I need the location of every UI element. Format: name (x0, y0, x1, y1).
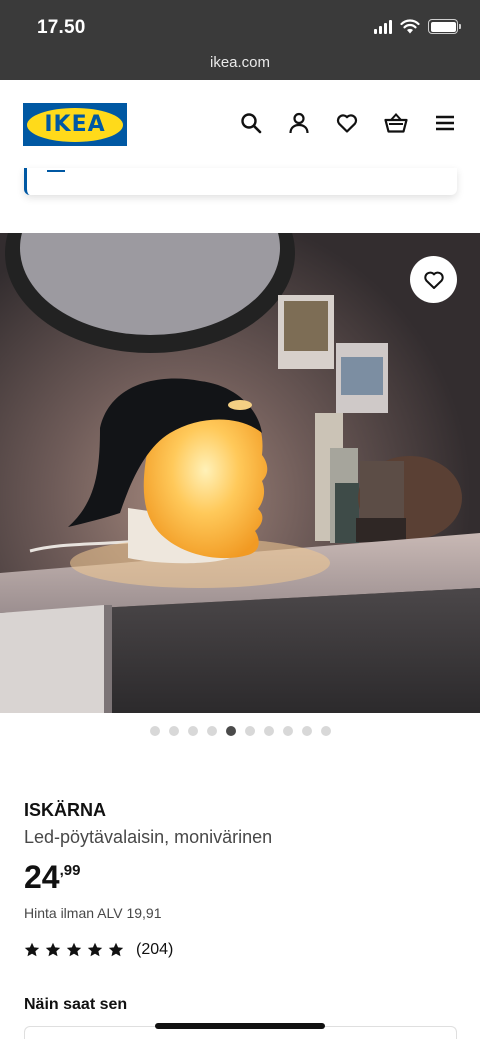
product-image[interactable] (0, 233, 480, 713)
product-name[interactable]: ISKÄRNA (24, 800, 106, 821)
add-to-favourites-button[interactable] (410, 256, 457, 303)
pagination-dot[interactable] (301, 726, 312, 736)
heart-icon[interactable] (336, 112, 358, 134)
cellular-signal-icon (374, 19, 392, 34)
wifi-icon (400, 19, 420, 34)
home-indicator[interactable] (155, 1023, 325, 1029)
header-actions (240, 112, 456, 134)
status-bar: 17.50 ikea.com (0, 0, 480, 80)
product-rating[interactable]: (204) (24, 941, 173, 959)
pagination-dot[interactable] (168, 726, 179, 736)
price-decimal: ,99 (59, 862, 81, 879)
lamp-photo (0, 233, 480, 713)
site-header: IKEA (0, 80, 480, 170)
star-icon (87, 942, 103, 958)
product-description: Led-pöytävalaisin, monivärinen (24, 827, 273, 847)
battery-icon (428, 19, 461, 34)
star-icon (24, 942, 40, 958)
rating-count: (204) (136, 941, 174, 958)
collapsed-info-banner[interactable] (24, 168, 457, 195)
delivery-section-title: Näin saat sen (24, 996, 128, 1013)
price-integer: 24 (24, 859, 60, 895)
image-pagination[interactable] (0, 726, 480, 736)
status-time: 17.50 (37, 17, 86, 38)
pagination-dot[interactable] (320, 726, 331, 736)
pagination-dot[interactable] (187, 726, 198, 736)
account-icon[interactable] (288, 112, 310, 134)
price-without-vat: Hinta ilman ALV 19,91 (24, 905, 162, 921)
rating-stars (24, 942, 124, 958)
pagination-dot[interactable] (149, 726, 160, 736)
search-icon[interactable] (240, 112, 262, 134)
star-icon (108, 942, 124, 958)
star-icon (45, 942, 61, 958)
basket-icon[interactable] (384, 112, 408, 134)
pagination-dot[interactable] (244, 726, 255, 736)
url-label[interactable]: ikea.com (0, 54, 480, 71)
star-icon (66, 942, 82, 958)
heart-outline-icon (423, 269, 445, 291)
pagination-dot[interactable] (263, 726, 274, 736)
pagination-dot[interactable] (282, 726, 293, 736)
pagination-dot[interactable] (206, 726, 217, 736)
ikea-logo[interactable]: IKEA (23, 103, 127, 146)
status-icons (374, 19, 461, 34)
logo-text: IKEA (44, 112, 106, 137)
menu-icon[interactable] (434, 112, 456, 134)
product-price: 24 ,99 (24, 858, 80, 896)
pagination-dot[interactable] (225, 726, 236, 736)
